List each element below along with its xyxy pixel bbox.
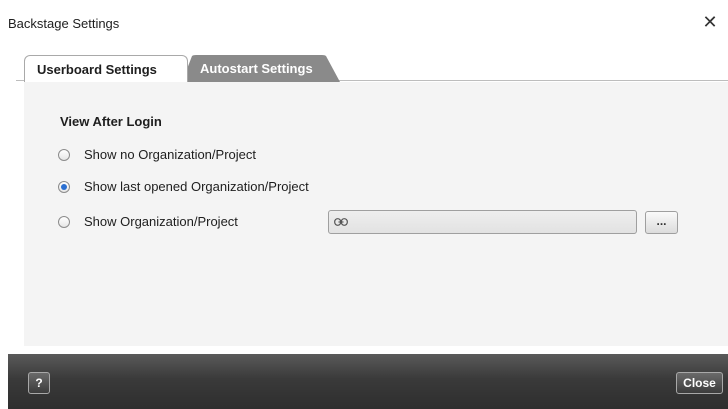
radio-label: Show last opened Organization/Project [84,179,309,194]
browse-button[interactable]: ... [645,211,678,234]
title-bar: Backstage Settings ✕ [0,0,728,44]
tab-userboard-settings[interactable]: Userboard Settings [24,55,188,82]
radio-button[interactable] [58,216,70,228]
tab-strip: Userboard Settings Autostart Settings [8,55,728,82]
radio-button[interactable] [58,149,70,161]
window-title: Backstage Settings [8,16,120,31]
link-icon [334,218,348,226]
footer-bar: ? Close [8,354,728,409]
radio-label: Show no Organization/Project [84,147,256,162]
radio-label: Show Organization/Project [84,214,238,229]
tab-label: Userboard Settings [37,62,157,77]
close-button[interactable]: Close [676,372,723,394]
radio-button[interactable] [58,181,70,193]
tab-autostart-settings[interactable]: Autostart Settings [182,55,342,82]
view-after-login-heading: View After Login [60,114,162,129]
backstage-settings-dialog: Backstage Settings ✕ Userboard Settings … [0,0,728,409]
help-button[interactable]: ? [28,372,50,394]
tab-label: Autostart Settings [200,61,313,76]
close-icon[interactable]: ✕ [700,12,720,32]
project-path-field[interactable] [328,210,637,234]
